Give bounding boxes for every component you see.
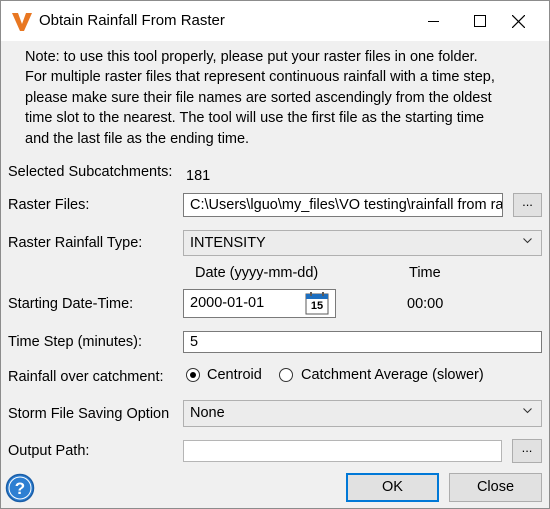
calendar-icon[interactable]: 15 xyxy=(305,291,329,315)
output-path-browse-button[interactable]: ... xyxy=(512,439,542,463)
rainfall-over-catchment-label: Rainfall over catchment: xyxy=(8,369,164,385)
storm-file-saving-label: Storm File Saving Option xyxy=(8,406,170,422)
catchment-average-radio[interactable] xyxy=(279,368,293,382)
centroid-radio[interactable] xyxy=(186,368,200,382)
catchment-average-option-label[interactable]: Catchment Average (slower) xyxy=(301,367,484,383)
note-line: please make sure their file names are so… xyxy=(25,89,492,106)
maximize-icon xyxy=(474,15,486,27)
storm-file-saving-value: None xyxy=(190,405,225,421)
window-title: Obtain Rainfall From Raster xyxy=(39,12,225,29)
svg-text:?: ? xyxy=(15,479,25,498)
raster-rainfall-type-label: Raster Rainfall Type: xyxy=(8,235,143,251)
help-icon[interactable]: ? xyxy=(5,473,35,503)
time-step-label: Time Step (minutes): xyxy=(8,334,143,350)
calendar-day-number: 15 xyxy=(310,300,324,312)
starting-date-value: 2000-01-01 xyxy=(190,295,265,311)
raster-files-browse-button[interactable]: ... xyxy=(513,193,542,217)
close-window-button[interactable] xyxy=(495,1,541,41)
output-path-input[interactable] xyxy=(183,440,502,462)
title-bar: Obtain Rainfall From Raster xyxy=(1,1,549,41)
centroid-option-label[interactable]: Centroid xyxy=(207,367,262,383)
raster-files-input[interactable]: C:\Users\lguo\my_files\VO testing\rainfa… xyxy=(183,193,503,217)
close-icon xyxy=(511,14,525,28)
storm-file-saving-select[interactable]: None xyxy=(183,400,542,427)
minimize-button[interactable] xyxy=(411,1,457,41)
chevron-down-icon xyxy=(523,238,532,244)
ok-button[interactable]: OK xyxy=(346,473,439,502)
time-column-header: Time xyxy=(409,265,441,281)
note-line: Note: to use this tool properly, please … xyxy=(25,49,478,65)
note-line: and the last file as the ending time. xyxy=(25,130,250,147)
selected-subcatchments-label: Selected Subcatchments: xyxy=(8,164,173,180)
output-path-label: Output Path: xyxy=(8,443,90,459)
close-button[interactable]: Close xyxy=(449,473,542,502)
app-logo-icon xyxy=(12,13,32,31)
dialog-window: Obtain Rainfall From Raster Note: to use… xyxy=(0,0,550,509)
chevron-down-icon xyxy=(523,408,532,414)
instruction-note: Note: to use this tool properly, please … xyxy=(25,47,533,149)
raster-rainfall-type-select[interactable]: INTENSITY xyxy=(183,230,542,256)
note-line: time slot to the nearest. The tool will … xyxy=(25,110,485,127)
date-column-header: Date (yyyy-mm-dd) xyxy=(195,265,319,281)
starting-time-value: 00:00 xyxy=(407,296,444,312)
raster-files-label: Raster Files: xyxy=(8,197,90,213)
minimize-icon xyxy=(428,21,439,22)
selected-subcatchments-value: 181 xyxy=(186,168,211,184)
note-line: For multiple raster files that represent… xyxy=(25,69,495,86)
raster-rainfall-type-value: INTENSITY xyxy=(190,235,266,251)
starting-date-time-label: Starting Date-Time: xyxy=(8,296,134,312)
time-step-input[interactable]: 5 xyxy=(183,331,542,353)
